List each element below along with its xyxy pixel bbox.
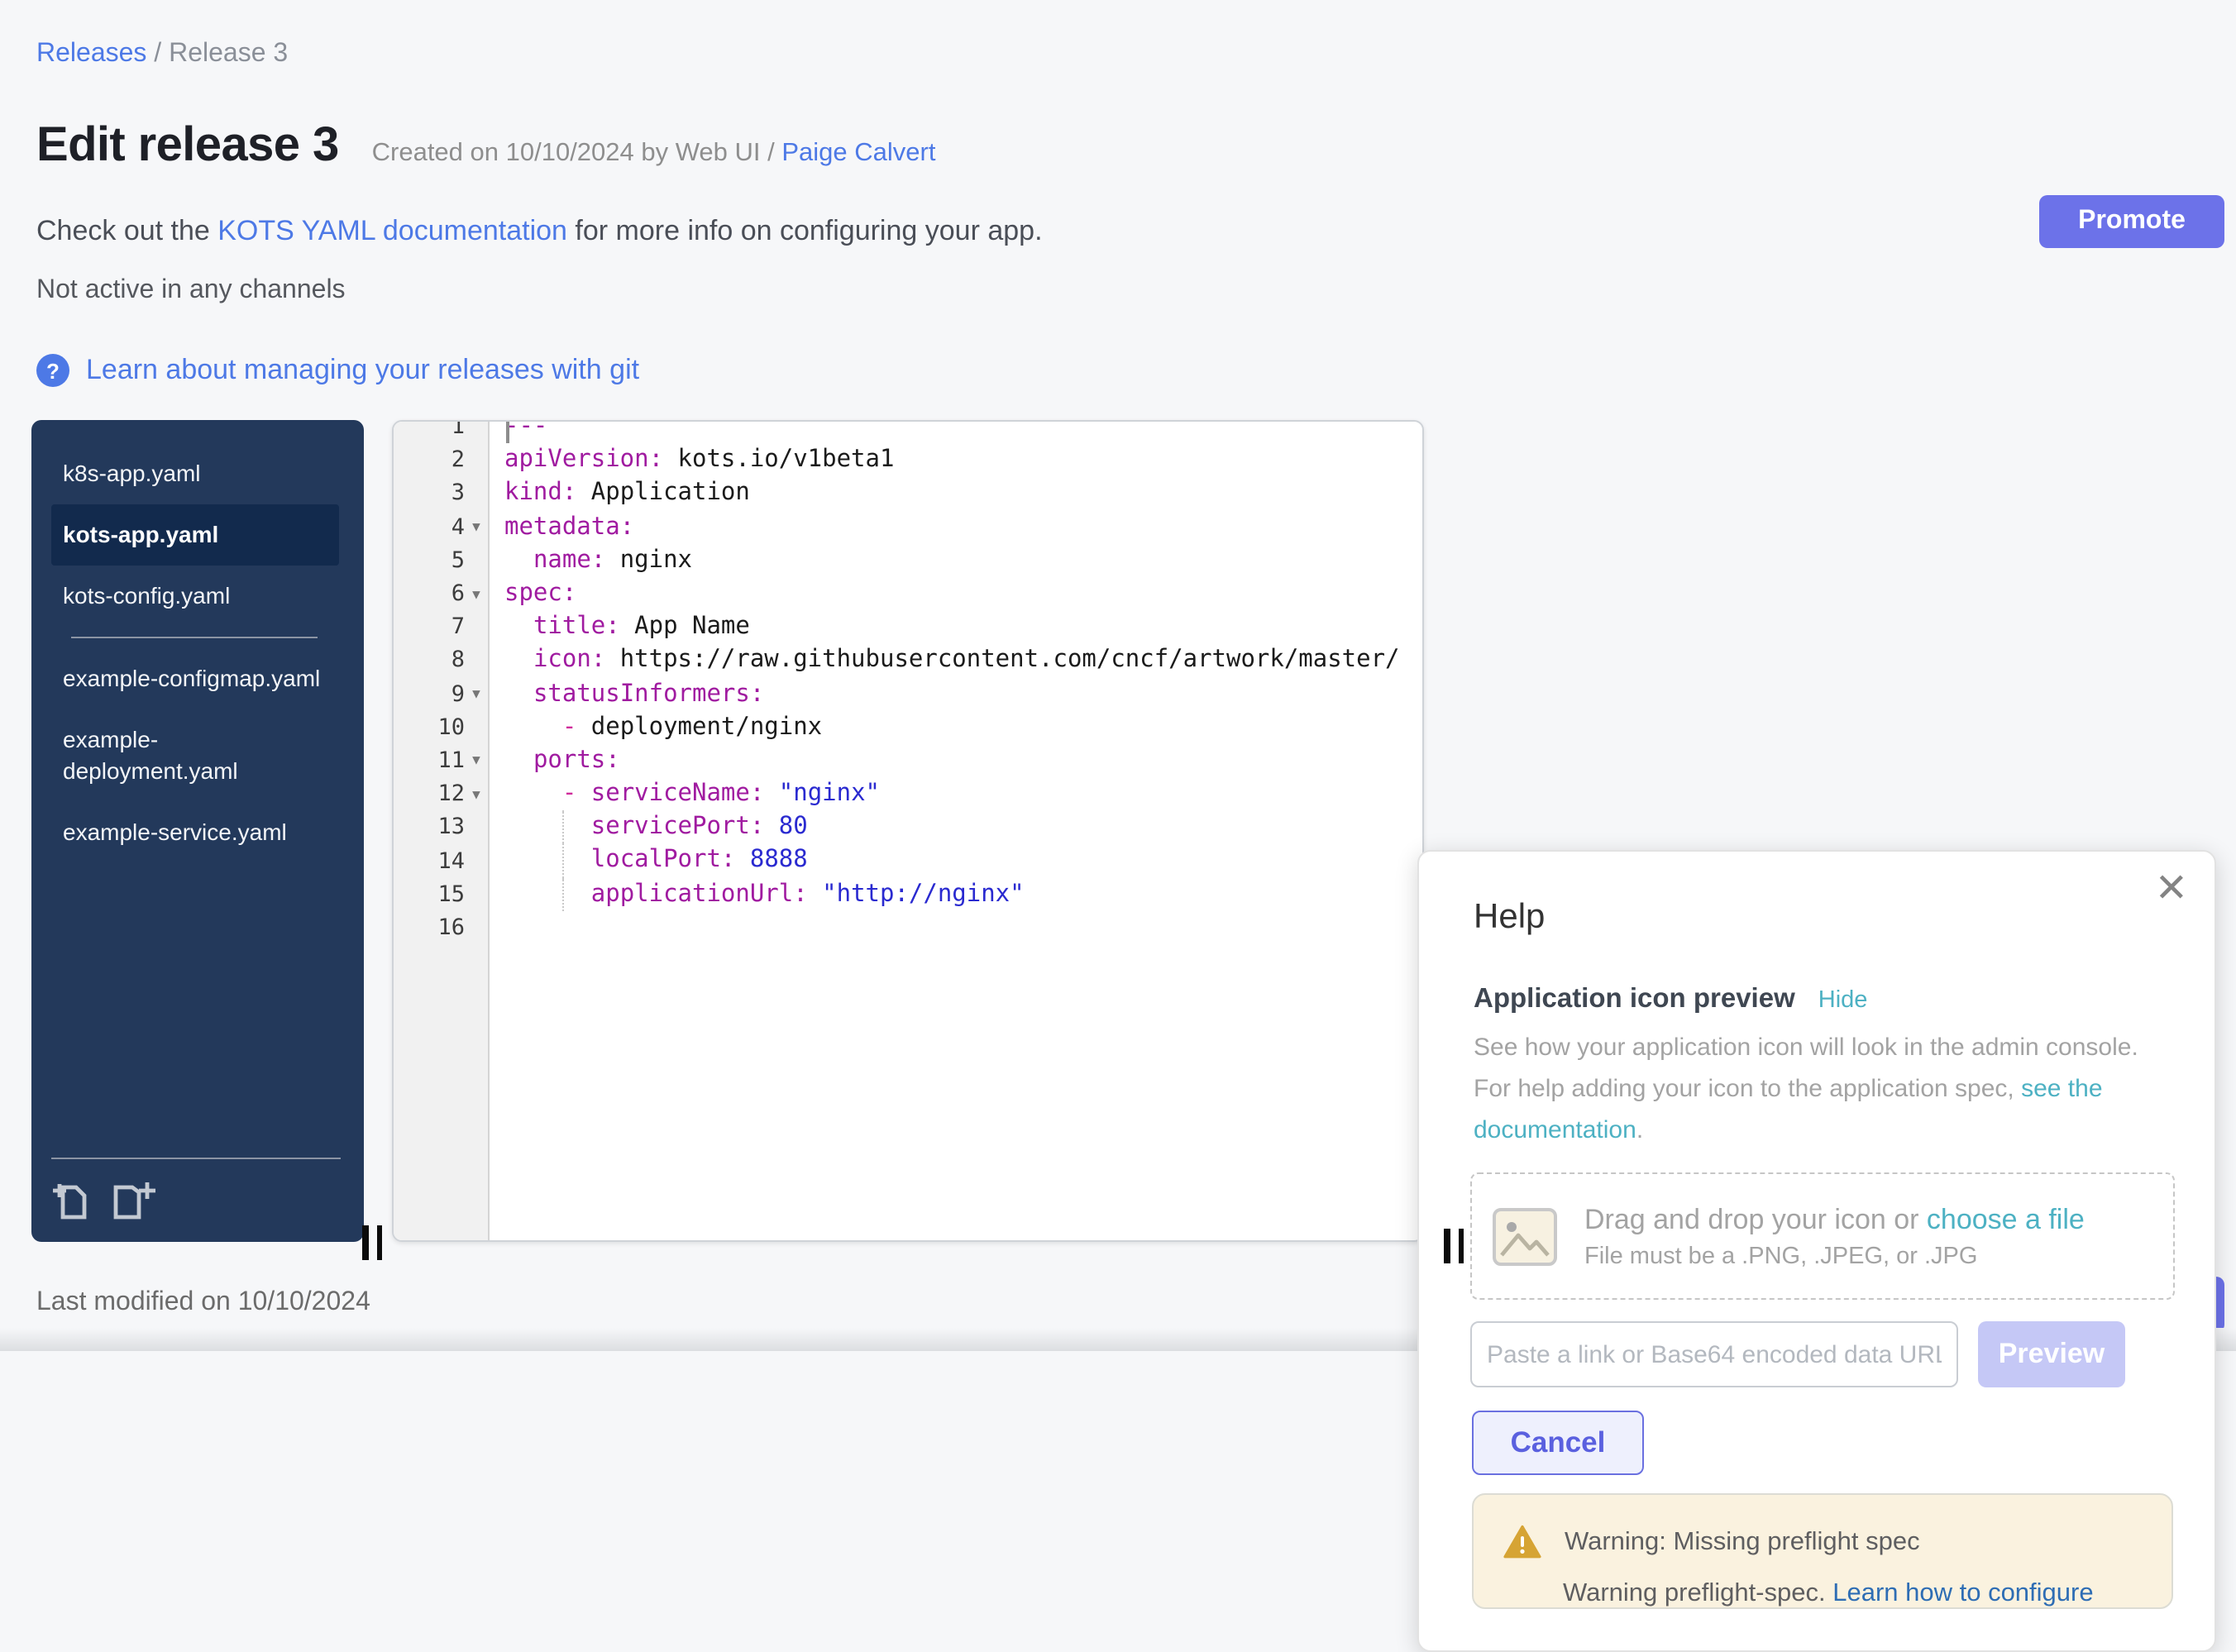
sidebar-bottom-divider [51, 1158, 341, 1159]
file-tree-item[interactable]: example-service.yaml [51, 802, 339, 863]
code-line: spec: [490, 577, 1422, 610]
code-line: --- [490, 422, 1422, 443]
file-tree-divider [71, 637, 318, 638]
dropzone-filetypes: File must be a .PNG, .JPEG, or .JPG [1584, 1243, 2085, 1269]
line-number: 8 [452, 647, 465, 674]
last-modified-text: Last modified on 10/10/2024 [36, 1288, 370, 1318]
sidebar-bottom [31, 1141, 364, 1242]
yaml-editor[interactable]: 1234▼56▼789▼1011▼12▼13141516 ---apiVersi… [392, 420, 1424, 1242]
line-number: 10 [437, 714, 465, 741]
code-line: icon: https://raw.githubusercontent.com/… [490, 644, 1422, 677]
line-number: 11 [437, 747, 465, 774]
breadcrumb-separator: / [146, 40, 169, 68]
code-line: kind: Application [490, 477, 1422, 510]
line-number: 2 [452, 447, 465, 474]
preflight-warning-box: Warning: Missing preflight spec Warning … [1472, 1493, 2173, 1609]
text-cursor [506, 422, 509, 443]
promote-button[interactable]: Promote [2039, 195, 2224, 248]
icon-dropzone[interactable]: Drag and drop your icon or choose a file… [1470, 1172, 2175, 1300]
file-tree-item[interactable]: k8s-app.yaml [51, 443, 339, 504]
code-line: name: nginx [490, 544, 1422, 577]
code-line: title: App Name [490, 610, 1422, 643]
breadcrumb: Releases / Release 3 [36, 40, 288, 69]
editor-gutter: 1234▼56▼789▼1011▼12▼13141516 [394, 422, 490, 1240]
created-info: Created on 10/10/2024 by Web UI / Paige … [372, 139, 936, 169]
add-folder-icon[interactable] [111, 1176, 160, 1222]
file-tree-item[interactable]: example-configmap.yaml [51, 648, 339, 709]
fold-arrow-icon[interactable]: ▼ [465, 753, 488, 768]
line-number: 1 [452, 422, 465, 440]
fold-arrow-icon[interactable]: ▼ [465, 586, 488, 601]
code-line: ports: [490, 744, 1422, 777]
fold-arrow-icon[interactable]: ▼ [465, 686, 488, 701]
line-number: 3 [452, 480, 465, 507]
line-number: 4 [452, 513, 465, 540]
icon-preview-description: See how your application icon will look … [1474, 1027, 2175, 1151]
main-area: k8s-app.yamlkots-app.yamlkots-config.yam… [0, 420, 2236, 1242]
line-number: 9 [452, 680, 465, 707]
line-number: 6 [452, 580, 465, 607]
icon-url-input[interactable] [1470, 1321, 1958, 1387]
line-number: 16 [437, 914, 465, 941]
question-circle-icon: ? [36, 354, 69, 387]
tree-editor-resize-handle[interactable] [362, 1225, 382, 1260]
editor-code-area[interactable]: ---apiVersion: kots.io/v1beta1kind: Appl… [490, 422, 1422, 1240]
code-line: statusInformers: [490, 677, 1422, 710]
created-by-link[interactable]: Paige Calvert [781, 139, 935, 167]
help-panel-title: Help [1474, 898, 1545, 938]
close-icon[interactable]: ✕ [2155, 870, 2188, 910]
choose-file-link[interactable]: choose a file [1927, 1203, 2085, 1234]
git-releases-link[interactable]: Learn about managing your releases with … [86, 354, 639, 387]
warning-triangle-icon [1503, 1525, 1541, 1559]
git-help-row: ? Learn about managing your releases wit… [36, 354, 639, 387]
preview-button[interactable]: Preview [1978, 1321, 2125, 1387]
breadcrumb-releases-link[interactable]: Releases [36, 40, 146, 68]
page-title: Edit release 3 [36, 119, 339, 174]
fold-arrow-icon[interactable]: ▼ [465, 786, 488, 801]
file-tree-item[interactable]: kots-app.yaml [51, 504, 339, 566]
dropzone-text: Drag and drop your icon or choose a file [1584, 1203, 2085, 1236]
warning-title: Warning: Missing preflight spec [1565, 1527, 1920, 1557]
file-tree-sidebar: k8s-app.yamlkots-app.yamlkots-config.yam… [31, 420, 364, 1242]
code-line: applicationUrl: "http://nginx" [490, 877, 1422, 910]
kots-yaml-doc-link[interactable]: KOTS YAML documentation [217, 215, 567, 246]
warning-detail: Warning preflight-spec. Learn how to con… [1563, 1579, 2094, 1609]
fold-arrow-icon[interactable]: ▼ [465, 519, 488, 534]
file-tree-item[interactable]: example-deployment.yaml [51, 709, 339, 802]
doc-hint-line: Check out the KOTS YAML documentation fo… [36, 215, 1043, 248]
code-line: localPort: 8888 [490, 844, 1422, 877]
file-list: k8s-app.yamlkots-app.yamlkots-config.yam… [31, 420, 364, 863]
hide-link[interactable]: Hide [1818, 987, 1868, 1014]
line-number: 15 [437, 881, 465, 907]
code-line: metadata: [490, 510, 1422, 543]
title-row: Edit release 3 Created on 10/10/2024 by … [36, 119, 935, 174]
line-number: 14 [437, 847, 465, 874]
learn-configure-link[interactable]: Learn how to configure [1832, 1579, 2093, 1607]
line-number: 12 [437, 781, 465, 807]
code-line: apiVersion: kots.io/v1beta1 [490, 443, 1422, 476]
cancel-button[interactable]: Cancel [1472, 1411, 1644, 1475]
breadcrumb-current: Release 3 [169, 40, 288, 68]
line-number: 7 [452, 614, 465, 640]
icon-preview-section-title: Application icon preview [1474, 984, 1795, 1015]
line-number: 13 [437, 814, 465, 841]
code-line: - serviceName: "nginx" [490, 777, 1422, 810]
help-panel: ✕ Help Application icon preview Hide See… [1417, 850, 2216, 1652]
file-tree-item[interactable]: kots-config.yaml [51, 566, 339, 627]
code-line [490, 911, 1422, 944]
add-file-icon[interactable] [51, 1176, 91, 1222]
page-background: Releases / Release 3 Edit release 3 Crea… [0, 0, 2236, 1351]
code-line: - deployment/nginx [490, 710, 1422, 743]
image-placeholder-icon [1492, 1206, 1558, 1266]
channel-status: Not active in any channels [36, 276, 346, 306]
code-line: servicePort: 80 [490, 811, 1422, 844]
line-number: 5 [452, 547, 465, 574]
panel-resize-handle[interactable] [1444, 1229, 1464, 1263]
